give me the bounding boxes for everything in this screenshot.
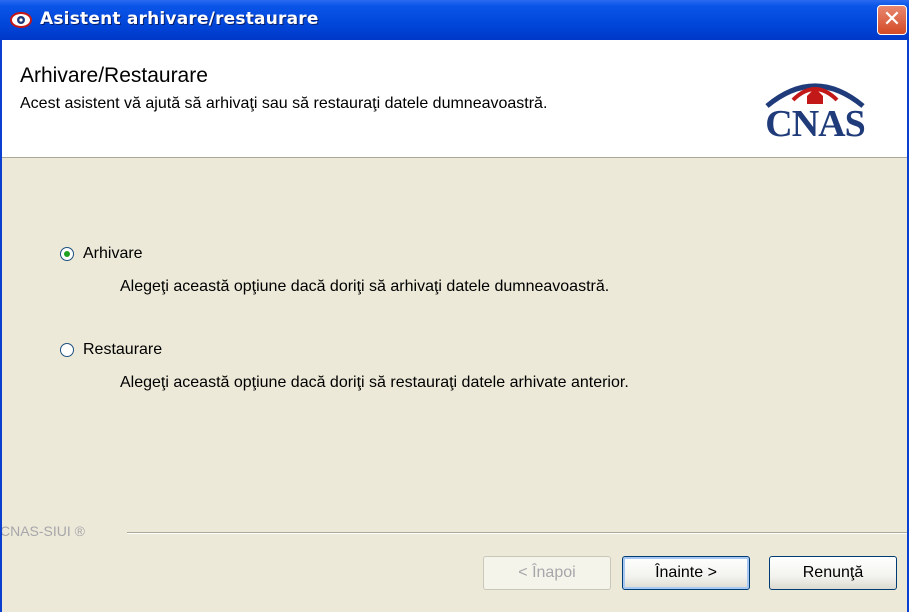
cnas-logo: CNAS <box>745 70 885 145</box>
cancel-button[interactable]: Renunţă <box>769 556 897 590</box>
close-icon: ✕ <box>882 7 902 32</box>
page-title: Arhivare/Restaurare <box>20 64 208 87</box>
radio-arhivare[interactable] <box>60 247 74 261</box>
option-restaurare-label[interactable]: Restaurare <box>83 341 162 359</box>
option-arhivare-label[interactable]: Arhivare <box>83 245 143 263</box>
title-bar[interactable]: Asistent arhivare/restaurare ✕ <box>0 0 909 40</box>
wizard-window: Asistent arhivare/restaurare ✕ Arhivare/… <box>0 0 909 612</box>
footer-brand: CNAS-SIUI ® <box>0 523 85 539</box>
page-description: Acest asistent vă ajută să arhivaţi sau … <box>20 95 548 112</box>
window-title: Asistent arhivare/restaurare <box>40 9 319 29</box>
option-restaurare-description: Alegeţi această opţiune dacă doriţi să r… <box>120 374 629 391</box>
next-button[interactable]: Înainte > <box>622 556 750 590</box>
option-restaurare[interactable]: Restaurare <box>60 341 162 359</box>
footer-divider <box>127 532 909 534</box>
close-button[interactable]: ✕ <box>877 5 907 35</box>
wizard-header: Arhivare/Restaurare Acest asistent vă aj… <box>0 40 909 158</box>
back-button[interactable]: < Înapoi <box>483 556 611 590</box>
radio-restaurare[interactable] <box>60 343 74 357</box>
option-arhivare-description: Alegeţi această opţiune dacă doriţi să a… <box>120 278 610 295</box>
logo-text: CNAS <box>765 103 865 145</box>
option-arhivare[interactable]: Arhivare <box>60 245 143 263</box>
window-border-left <box>0 40 2 612</box>
app-eye-icon <box>10 12 32 28</box>
